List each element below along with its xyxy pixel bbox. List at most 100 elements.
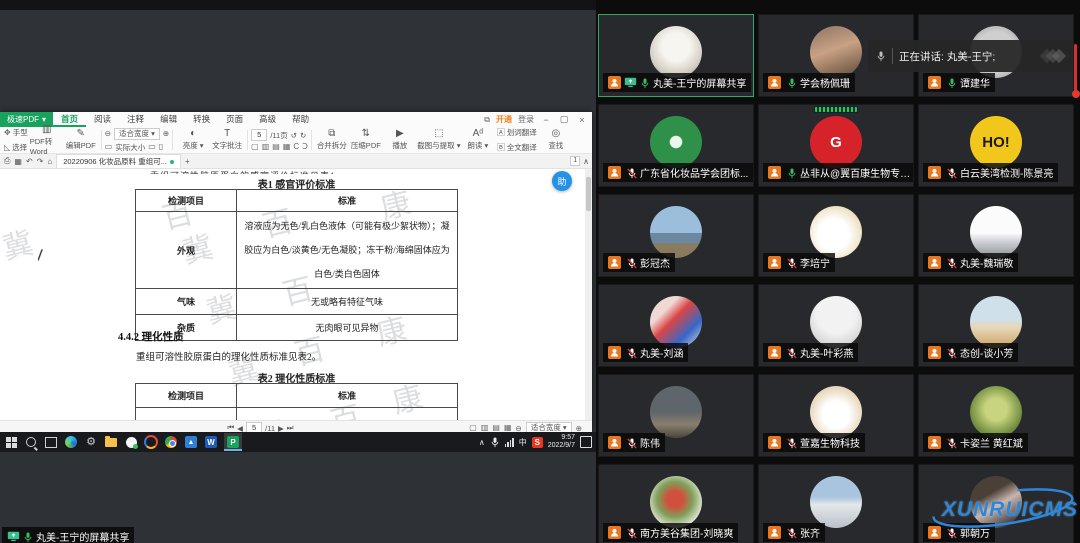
external-link-icon[interactable]: ⧉ (484, 115, 490, 125)
taskbar-photos-app[interactable]: ▲ (184, 435, 198, 449)
zoom-level-select[interactable]: 适合宽度 ▾ (114, 128, 160, 140)
word-translate-button[interactable]: 🄰划词翻译 (495, 126, 539, 139)
taskbar-edge[interactable] (64, 435, 78, 449)
tray-mic-icon[interactable] (490, 436, 500, 448)
fit-width-icon[interactable]: ▭ (148, 143, 156, 151)
participant-tile[interactable]: 李培宁 (758, 194, 914, 277)
clock-date: 2022/9/7 (548, 442, 575, 450)
hand-tool-button[interactable]: ✥手型 (2, 126, 30, 139)
zoom-in-button[interactable]: ⊕ (163, 129, 169, 138)
participant-tile[interactable]: 丸美-王宁的屏幕共享 (598, 14, 754, 97)
rotate-cw-icon[interactable]: Ↄ (302, 143, 308, 151)
taskbar-word[interactable]: W (204, 435, 218, 449)
login-button[interactable]: 登录 (518, 114, 534, 125)
menu-advanced[interactable]: 高级 (251, 112, 284, 127)
continuous-icon[interactable]: ▤ (272, 143, 280, 151)
participant-tile[interactable]: HO! 白云美湾检测-陈景亮 (918, 104, 1074, 187)
menu-convert[interactable]: 转换 (185, 112, 218, 127)
start-button[interactable] (4, 435, 18, 449)
book-view-icon[interactable]: ▦ (283, 143, 291, 151)
edit-pdf-button[interactable]: ✎编辑PDF (64, 129, 98, 151)
menu-help[interactable]: 帮助 (284, 112, 317, 127)
close-button[interactable]: × (576, 115, 588, 125)
maximize-button[interactable]: ▢ (558, 114, 570, 125)
participant-tile[interactable]: 丸美-魏瑞敬 (918, 194, 1074, 277)
taskbar-search-button[interactable] (24, 435, 38, 449)
assistant-bubble[interactable]: 助 (552, 171, 572, 191)
view-mode-3-icon[interactable]: ▤ (492, 424, 500, 432)
home-icon[interactable]: ⌂ (47, 157, 52, 166)
menu-read[interactable]: 阅读 (86, 112, 119, 127)
screenshot-extract-button[interactable]: ⬚截图与提取 ▾ (417, 129, 461, 151)
pdf-to-word-button[interactable]: ▥PDF转Word (30, 125, 64, 156)
taskbar-pdf-app-active[interactable]: P (224, 433, 242, 451)
participant-tile[interactable]: 卡姿兰 黄红斌 (918, 374, 1074, 457)
participant-tile[interactable]: 陈伟 (598, 374, 754, 457)
fit-page-icon[interactable]: ▭ (105, 143, 113, 151)
participant-tile[interactable]: 彭冠杰 (598, 194, 754, 277)
new-tab-button[interactable]: + (185, 157, 190, 166)
save-icon[interactable]: ▦ (14, 157, 22, 166)
double-page-icon[interactable]: ▥ (262, 143, 270, 151)
scrollbar-thumb[interactable] (586, 177, 591, 211)
undo-icon[interactable]: ↶ (26, 157, 33, 166)
taskbar-clock[interactable]: 9:57 2022/9/7 (548, 434, 575, 450)
redo-icon[interactable]: ↷ (37, 157, 44, 166)
taskbar-file-explorer[interactable] (104, 435, 118, 449)
view-mode-2-icon[interactable]: ▥ (481, 424, 489, 432)
text-annotation-button[interactable]: T文字批注 (210, 129, 244, 151)
actual-size-button[interactable]: 实际大小 (115, 142, 145, 153)
merge-split-button[interactable]: ⧉合并拆分 (315, 129, 349, 151)
zoom-out-button[interactable]: ⊖ (105, 129, 111, 138)
task-view-button[interactable] (44, 435, 58, 449)
participant-tile[interactable]: 丸美-叶彩燕 (758, 284, 914, 367)
taskbar-settings[interactable]: ⚙ (84, 435, 98, 449)
play-button[interactable]: ▶播放 (383, 129, 417, 151)
participant-tile[interactable]: 张齐 (758, 464, 914, 543)
rotate-ccw-icon[interactable]: C (293, 143, 299, 151)
fit-height-icon[interactable]: ▯ (159, 143, 163, 151)
read-aloud-icon: Aᵈ (473, 129, 483, 139)
menu-annotate[interactable]: 注释 (119, 112, 152, 127)
single-page-icon[interactable]: ▢ (251, 143, 259, 151)
participant-tile[interactable]: 广东省化妆品学会团标... (598, 104, 754, 187)
menu-page[interactable]: 页面 (218, 112, 251, 127)
view-mode-1-icon[interactable]: ▢ (469, 424, 477, 432)
print-icon[interactable]: ⎙ (4, 156, 10, 166)
participant-name: 丛非从@翼百康生物专利原... (800, 165, 914, 180)
taskbar-search-app[interactable] (144, 435, 158, 449)
rotate-right-button[interactable]: ↻ (300, 131, 306, 140)
rotate-left-button[interactable]: ↺ (291, 131, 297, 140)
sogou-input-icon[interactable]: S (532, 437, 543, 448)
document-tab[interactable]: 20220906 化妆品原料 重组可... (56, 154, 181, 168)
collapse-toolbar-icon[interactable]: ∧ (583, 157, 589, 166)
menu-edit[interactable]: 编辑 (152, 112, 185, 127)
read-aloud-button[interactable]: Aᵈ朗读 ▾ (461, 129, 495, 151)
participant-tile[interactable]: 南方美谷集团-刘晓爽 (598, 464, 754, 543)
participant-tile[interactable]: 丸美-刘涵 (598, 284, 754, 367)
participant-name: 张齐 (800, 525, 820, 540)
full-translate-button[interactable]: 🄱全文翻译 (495, 141, 539, 154)
avatar-logo-text: G (830, 134, 842, 151)
document-scrollbar[interactable] (585, 169, 592, 420)
document-tab-title: 20220906 化妆品原料 重组可... (63, 156, 167, 167)
action-center-icon[interactable] (580, 436, 592, 448)
page-number-input[interactable]: 5 (251, 129, 267, 141)
brightness-button[interactable]: ◐亮度 ▾ (176, 129, 210, 151)
select-tool-button[interactable]: ◺选择 (2, 141, 30, 154)
document-canvas[interactable]: 冀百康冀百冀百康冀百康冀百 重组可溶性胶原蛋白的感官评价标准见表1。 表1 感官… (0, 169, 592, 420)
input-language-indicator[interactable]: 中 (519, 437, 527, 448)
tray-expand-icon[interactable]: ∧ (479, 438, 485, 447)
minimize-button[interactable]: − (540, 115, 552, 125)
view-mode-4-icon[interactable]: ▦ (504, 424, 512, 432)
brightness-icon: ◐ (190, 129, 196, 139)
participant-tile[interactable]: G 丛非从@翼百康生物专利原... (758, 104, 914, 187)
find-button[interactable]: ◎查找 (539, 129, 573, 151)
compress-pdf-button[interactable]: ⇅压缩PDF (349, 129, 383, 151)
participant-tile[interactable]: 态创-谈小芳 (918, 284, 1074, 367)
network-icon[interactable] (505, 438, 514, 447)
taskbar-app-round[interactable] (124, 435, 138, 449)
participant-tile[interactable]: 萱嘉生物科技 (758, 374, 914, 457)
taskbar-chrome[interactable] (164, 435, 178, 449)
upgrade-button[interactable]: 开通 (496, 114, 512, 125)
